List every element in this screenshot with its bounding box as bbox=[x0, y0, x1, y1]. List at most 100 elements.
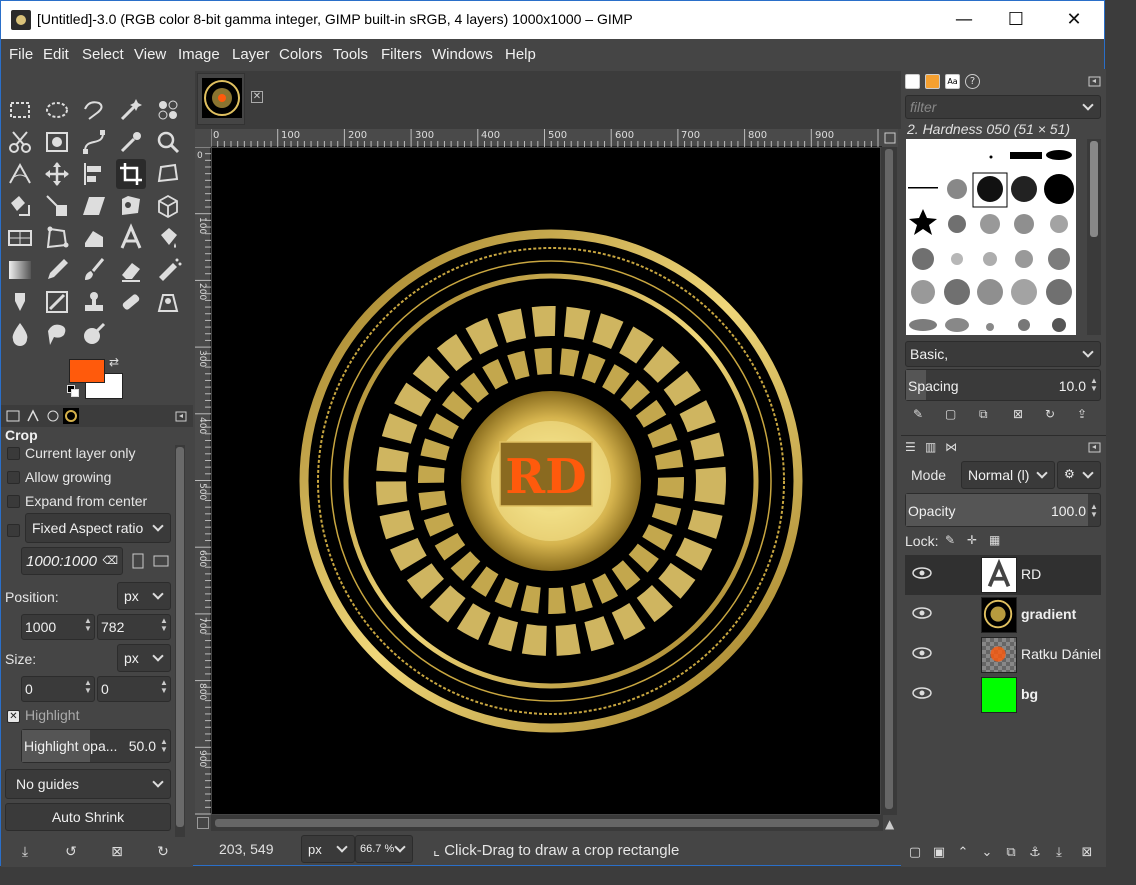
landscape-icon[interactable] bbox=[153, 555, 169, 567]
airbrush-tool-icon[interactable] bbox=[153, 255, 183, 285]
blur-tool-icon[interactable] bbox=[5, 319, 35, 349]
menu-edit[interactable]: Edit bbox=[43, 46, 69, 63]
size-w-input[interactable]: 0 ▲ ▼ bbox=[21, 676, 95, 702]
swap-colors-icon[interactable]: ⇄ bbox=[109, 355, 119, 369]
fixed-mode-dropdown[interactable]: Fixed Aspect ratio bbox=[25, 513, 171, 543]
paths-tool-icon[interactable] bbox=[79, 127, 109, 157]
fuzzy-select-tool-icon[interactable] bbox=[116, 95, 146, 125]
free-select-tool-icon[interactable] bbox=[79, 95, 109, 125]
delete-layer-icon[interactable]: ⊠ bbox=[1079, 845, 1095, 861]
eye-icon[interactable] bbox=[911, 686, 933, 700]
menu-filters[interactable]: Filters bbox=[381, 46, 422, 63]
lock-alpha-icon[interactable]: ▦ bbox=[989, 533, 1000, 547]
menu-layer[interactable]: Layer bbox=[232, 46, 270, 63]
minimize-button[interactable]: — bbox=[941, 1, 987, 39]
new-layer-group-icon[interactable]: ▣ bbox=[931, 845, 947, 861]
panel-menu-icon[interactable] bbox=[173, 408, 189, 424]
horizontal-ruler[interactable]: 0 100 200 300 400 500 600 700 800 900 bbox=[211, 129, 883, 147]
maximize-button[interactable]: ☐ bbox=[993, 1, 1039, 39]
lock-position-icon[interactable]: ✛ bbox=[967, 533, 977, 547]
menu-windows[interactable]: Windows bbox=[432, 46, 493, 63]
undo-history-tab-icon[interactable] bbox=[45, 408, 61, 424]
document-history-tab-icon[interactable]: ? bbox=[965, 74, 980, 89]
position-unit-dropdown[interactable]: px bbox=[117, 582, 171, 610]
dock-menu-icon[interactable] bbox=[1087, 440, 1102, 455]
highlight-checkbox[interactable]: ✕ bbox=[7, 710, 20, 723]
menu-image[interactable]: Image bbox=[178, 46, 220, 63]
rect-select-tool-icon[interactable] bbox=[5, 95, 35, 125]
device-status-tab-icon[interactable] bbox=[25, 408, 41, 424]
ink-tool-icon[interactable] bbox=[5, 287, 35, 317]
spin-icon[interactable]: ▲ ▼ bbox=[84, 679, 92, 695]
eye-icon[interactable] bbox=[911, 606, 933, 620]
menu-select[interactable]: Select bbox=[82, 46, 124, 63]
measure-tool-icon[interactable] bbox=[5, 159, 35, 189]
ellipse-select-tool-icon[interactable] bbox=[42, 95, 72, 125]
patterns-tab-icon[interactable] bbox=[925, 74, 940, 89]
paths-tab-icon[interactable]: ⋈ bbox=[945, 440, 957, 454]
spin-icon[interactable]: ▲ ▼ bbox=[160, 738, 168, 754]
unit-dropdown[interactable]: px bbox=[301, 835, 355, 863]
eraser-tool-icon[interactable] bbox=[116, 255, 146, 285]
clone-tool-icon[interactable] bbox=[79, 287, 109, 317]
restore-options-icon[interactable]: ↺ bbox=[63, 844, 79, 860]
clear-icon[interactable]: ⌫ bbox=[102, 554, 118, 567]
anchor-layer-icon[interactable]: ⚓ bbox=[1027, 845, 1043, 861]
position-y-input[interactable]: 782 ▲ ▼ bbox=[97, 614, 171, 640]
brush-to-image-icon[interactable]: ⇪ bbox=[1077, 407, 1087, 421]
layer-row[interactable]: Ratku Dániel bbox=[905, 635, 1101, 675]
gradient-tool-icon[interactable] bbox=[5, 255, 35, 285]
image-canvas[interactable]: RD bbox=[212, 148, 880, 814]
raise-layer-icon[interactable]: ⌃ bbox=[955, 845, 971, 861]
warp-transform-tool-icon[interactable] bbox=[5, 223, 35, 253]
allow-growing-checkbox[interactable] bbox=[7, 471, 20, 484]
rotate-tool-icon[interactable] bbox=[5, 191, 35, 221]
brush-scrollbar[interactable] bbox=[1087, 139, 1101, 335]
color-picker-tool-icon[interactable] bbox=[116, 127, 146, 157]
merge-layer-icon[interactable]: ⤓ bbox=[1051, 845, 1067, 861]
spin-icon[interactable]: ▲ ▼ bbox=[160, 617, 168, 633]
delete-options-icon[interactable]: ⊠ bbox=[109, 844, 125, 860]
shear-tool-icon[interactable] bbox=[79, 191, 109, 221]
auto-shrink-button[interactable]: Auto Shrink bbox=[5, 803, 171, 831]
layers-tab-icon[interactable]: ☰ bbox=[905, 440, 916, 454]
heal-tool-icon[interactable] bbox=[116, 287, 146, 317]
options-scrollbar[interactable] bbox=[175, 445, 185, 837]
bucket-tool-icon[interactable] bbox=[153, 223, 183, 253]
smudge-tool-icon[interactable] bbox=[42, 319, 72, 349]
image-tab[interactable] bbox=[197, 73, 245, 125]
composite-mode-dropdown[interactable]: ⚙ bbox=[1057, 461, 1101, 489]
select-by-color-tool-icon[interactable] bbox=[153, 95, 183, 125]
brushes-tab-icon[interactable] bbox=[905, 74, 920, 89]
duplicate-layer-icon[interactable]: ⧉ bbox=[1003, 845, 1019, 861]
layer-row[interactable]: gradient bbox=[905, 595, 1101, 635]
scale-tool-icon[interactable] bbox=[42, 191, 72, 221]
menu-help[interactable]: Help bbox=[505, 46, 536, 63]
brush-spacing-slider[interactable]: Spacing 10.0 ▲ ▼ bbox=[905, 369, 1101, 401]
dock-menu-icon[interactable] bbox=[1087, 74, 1102, 89]
cage-transform-tool-icon[interactable] bbox=[116, 191, 146, 221]
spin-icon[interactable]: ▲ ▼ bbox=[1090, 503, 1098, 519]
eye-icon[interactable] bbox=[911, 566, 933, 580]
lock-pixels-icon[interactable]: ✎ bbox=[945, 533, 955, 547]
eye-icon[interactable] bbox=[911, 646, 933, 660]
layer-row[interactable]: bg bbox=[905, 675, 1101, 715]
zoom-to-fit-icon[interactable] bbox=[882, 129, 898, 147]
brush-preset-dropdown[interactable]: Basic, bbox=[905, 341, 1101, 367]
fixed-aspect-checkbox[interactable] bbox=[7, 524, 20, 537]
layer-row[interactable]: RD bbox=[905, 555, 1101, 595]
3d-transform-tool-icon[interactable] bbox=[153, 191, 183, 221]
lower-layer-icon[interactable]: ⌄ bbox=[979, 845, 995, 861]
close-button[interactable]: ✕ bbox=[1051, 1, 1097, 39]
navigate-icon[interactable]: ▲ bbox=[885, 817, 894, 831]
zoom-dropdown[interactable]: 66.7 % bbox=[355, 835, 413, 863]
reset-options-icon[interactable]: ↻ bbox=[155, 844, 171, 860]
menu-tools[interactable]: Tools bbox=[333, 46, 368, 63]
highlight-opacity-slider[interactable]: Highlight opa... 50.0 ▲ ▼ bbox=[21, 729, 171, 763]
tool-options-tab-icon[interactable] bbox=[5, 408, 21, 424]
mypaint-brush-tool-icon[interactable] bbox=[42, 287, 72, 317]
handle-transform-tool-icon[interactable] bbox=[42, 223, 72, 253]
spin-icon[interactable]: ▲ ▼ bbox=[1090, 377, 1098, 393]
new-brush-icon[interactable]: ▢ bbox=[945, 407, 956, 421]
fonts-tab-icon[interactable]: Aa bbox=[945, 74, 960, 89]
